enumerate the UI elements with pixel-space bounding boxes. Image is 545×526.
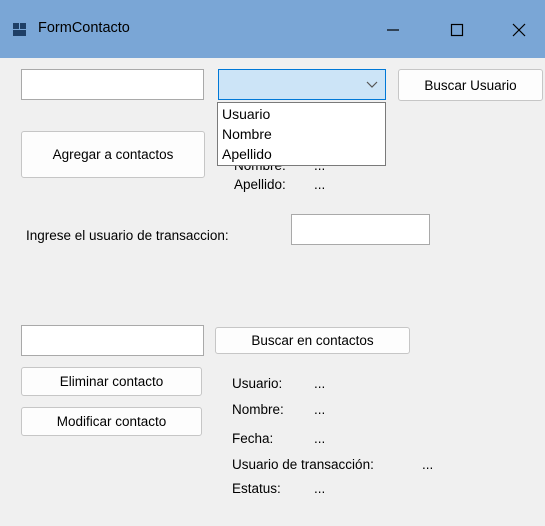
detail-fecha-label: Fecha: [232,431,274,446]
window-title: FormContacto [38,20,130,36]
transaction-user-input[interactable] [291,214,430,245]
detail-usuario-transaccion-label: Usuario de transacción: [232,457,374,472]
delete-contact-button[interactable]: Eliminar contacto [21,367,202,396]
dropdown-option-usuario[interactable]: Usuario [222,106,270,122]
minimize-button[interactable] [370,10,416,50]
detail-usuario-label: Usuario: [232,376,283,391]
app-form-icon [13,23,26,36]
dropdown-option-nombre[interactable]: Nombre [222,126,272,142]
modify-contact-button[interactable]: Modificar contacto [21,407,202,436]
search-user-button[interactable]: Buscar Usuario [398,69,543,101]
found-apellido-value: ... [314,177,326,192]
search-contacts-button[interactable]: Buscar en contactos [215,327,410,354]
close-icon [512,23,526,37]
detail-estatus-label: Estatus: [232,481,281,496]
title-bar: FormContacto [0,0,545,58]
chevron-down-icon[interactable] [366,79,378,89]
combo-dropdown-list: Usuario Nombre Apellido [217,102,386,166]
transaction-user-label: Ingrese el usuario de transaccion: [26,228,229,243]
contact-search-input[interactable] [21,325,204,356]
maximize-icon [450,23,464,37]
detail-nombre-label: Nombre: [232,402,284,417]
close-button[interactable] [496,10,542,50]
detail-usuario-value: ... [314,376,326,391]
minimize-icon [387,29,399,31]
detail-estatus-value: ... [314,481,326,496]
user-search-input[interactable] [21,69,204,100]
dropdown-option-apellido[interactable]: Apellido [222,146,272,162]
detail-usuario-transaccion-value: ... [422,457,434,472]
detail-fecha-value: ... [314,431,326,446]
form-window: FormContacto Buscar Usuario Agregar a co… [0,0,545,526]
maximize-button[interactable] [434,10,480,50]
detail-nombre-value: ... [314,402,326,417]
search-field-combo[interactable] [218,69,386,100]
add-contact-button[interactable]: Agregar a contactos [21,131,205,178]
found-apellido-label: Apellido: [234,177,286,192]
